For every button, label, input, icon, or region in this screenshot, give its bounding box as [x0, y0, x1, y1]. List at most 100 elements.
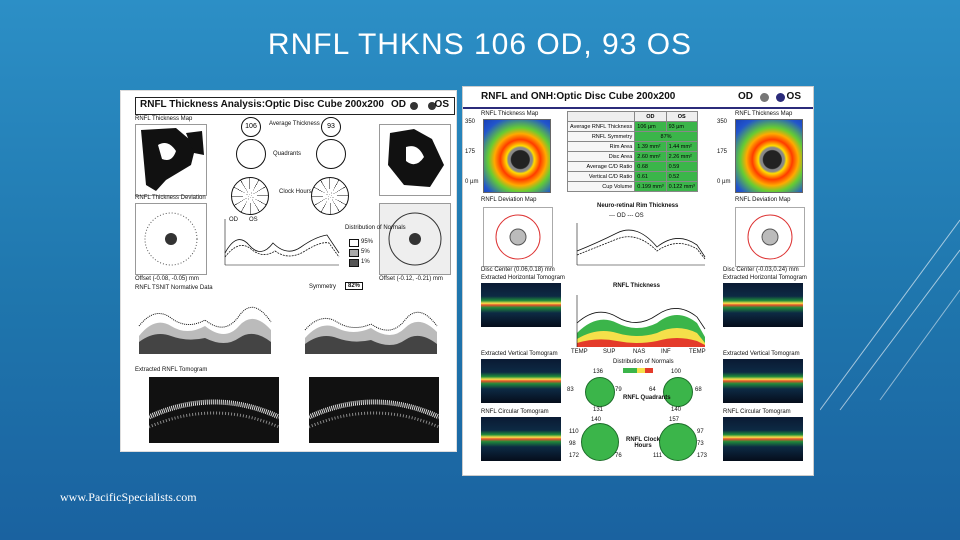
- disc-center-os: Disc Center (-0.03,0.24) mm: [723, 267, 799, 273]
- horiz-tomo-od: Extracted Horizontal Tomogram: [481, 275, 565, 281]
- vert-tomo-od: Extracted Vertical Tomogram: [481, 351, 558, 357]
- left-os-quadrant-circle: [316, 139, 346, 169]
- right-os-label: OS: [786, 91, 801, 102]
- rim-thickness-label: Neuro-retinal Rim Thickness: [597, 203, 679, 209]
- quad-os-i: 140: [671, 407, 682, 413]
- quad-od-t: 83: [567, 387, 574, 393]
- rim-thickness-plot: [567, 221, 707, 275]
- quad-os-n: 64: [649, 387, 656, 393]
- decorative-lines: [820, 219, 960, 411]
- slide-title: RNFL THKNS 106 OD, 93 OS: [267, 28, 693, 61]
- table-cell: 2.26 mm²: [665, 151, 698, 162]
- right-os-vertical-tomogram: [723, 359, 803, 403]
- clock-od-2: 98: [569, 441, 576, 447]
- left-od-quadrant-circle: [236, 139, 266, 169]
- right-os-map-label: RNFL Thickness Map: [735, 111, 793, 117]
- tsnit-label: RNFL TSNIT Normative Data: [135, 285, 213, 291]
- table-cell: 1.39 mm²: [634, 141, 667, 152]
- table-row-label: Average RNFL Thickness: [566, 121, 636, 132]
- left-report-header: RNFL Thickness Analysis:Optic Disc Cube …: [135, 97, 455, 115]
- table-cell: 1.44 mm²: [665, 141, 698, 152]
- left-avg-os: 93: [321, 117, 341, 137]
- dist-1: 1%: [361, 259, 370, 265]
- rnfl-quadrants-label: RNFL Quadrants: [623, 395, 671, 401]
- left-os-label: OS: [434, 99, 449, 110]
- right-scale-top-os: 350: [717, 119, 728, 125]
- left-avg-od: 106: [241, 117, 261, 137]
- right-os-deviation-label: RNFL Deviation Map: [735, 197, 791, 203]
- right-scale-mid-os: 175: [717, 149, 728, 155]
- x-axis-temp-2: TEMP: [689, 349, 706, 355]
- right-report-header: RNFL and ONH:Optic Disc Cube 200x200 OD …: [463, 87, 813, 109]
- right-od-map-label: RNFL Thickness Map: [481, 111, 539, 117]
- clock-od-0: 140: [591, 417, 602, 423]
- os-clock-circle: [659, 423, 697, 461]
- clock-od-11: 110: [569, 429, 579, 435]
- table-head-od: OD: [634, 111, 667, 122]
- symmetry-value: 82%: [345, 282, 364, 290]
- rim-legend: --- OD --- OS: [609, 213, 644, 219]
- x-axis-sup: SUP: [603, 349, 616, 355]
- quad-os-s: 100: [671, 369, 682, 375]
- offset-os: Offset (-0.12, -0.21) mm: [379, 276, 443, 282]
- right-od-circular-tomogram: [481, 417, 561, 461]
- right-scale-bottom-od: 0 µm: [465, 179, 479, 185]
- right-od-vertical-tomogram: [481, 359, 561, 403]
- clock-os-0: 157: [669, 417, 680, 423]
- clock-hours-label: Clock Hours: [279, 189, 312, 195]
- clock-od-8: 76: [615, 453, 622, 459]
- deviation-label: RNFL Thickness Deviation: [135, 195, 206, 201]
- left-od-clock-circle: [231, 177, 269, 215]
- rnfl-thickness-label: RNFL Thickness: [613, 283, 660, 289]
- symmetry-label: Symmetry: [309, 284, 336, 290]
- circ-tomo-od: RNFL Circular Tomogram: [481, 409, 549, 415]
- distribution-label: Distribution of Normals: [345, 225, 406, 231]
- clock-os-6: 173: [697, 453, 708, 459]
- left-os-legend: OS: [249, 217, 258, 223]
- table-head-blank: [566, 111, 636, 122]
- right-od-deviation-label: RNFL Deviation Map: [481, 197, 537, 203]
- right-od-label: OD: [738, 91, 753, 102]
- left-od-legend: OD: [229, 217, 238, 223]
- table-cell: 93 µm: [665, 121, 698, 132]
- quad-od-n: 79: [615, 387, 622, 393]
- left-od-label: OD: [391, 99, 406, 110]
- right-od-horizontal-tomogram: [481, 283, 561, 327]
- od-quadrant-circle: [585, 377, 615, 407]
- table-row-label: Disc Area: [566, 151, 636, 162]
- table-head-os: OS: [665, 111, 698, 122]
- left-oct-report: RNFL Thickness Analysis:Optic Disc Cube …: [120, 90, 457, 452]
- left-report-title: RNFL Thickness Analysis:Optic Disc Cube …: [140, 99, 384, 110]
- rnfl-clock-label: RNFL Clock Hours: [626, 437, 660, 449]
- dist-normals-label: Distribution of Normals: [613, 359, 674, 365]
- quadrants-label: Quadrants: [273, 151, 302, 157]
- right-od-dot-icon: [760, 93, 769, 102]
- od-clock-circle: [581, 423, 619, 461]
- left-od-thickness-map: [135, 124, 207, 196]
- quad-os-t: 68: [695, 387, 702, 393]
- left-os-clock-circle: [311, 177, 349, 215]
- footer-url: www.PacificSpecialists.com: [60, 490, 197, 504]
- right-oct-report: RNFL and ONH:Optic Disc Cube 200x200 OD …: [462, 86, 814, 476]
- circ-tomo-os: RNFL Circular Tomogram: [723, 409, 791, 415]
- left-os-normative-plot: [301, 296, 441, 358]
- clock-os-5: 111: [653, 453, 663, 459]
- right-os-heat-map: [735, 119, 803, 193]
- tomogram-label: Extracted RNFL Tomogram: [135, 367, 208, 373]
- metrics-table: OD OS Average RNFL Thickness 106 µm 93 µm …: [566, 111, 698, 192]
- quad-od-i: 131: [593, 407, 604, 413]
- right-scale-bottom-os: 0 µm: [717, 179, 731, 185]
- left-tsnit-plot: [217, 217, 341, 273]
- left-od-tomogram: [147, 377, 281, 443]
- quad-od-s: 136: [593, 369, 604, 375]
- disc-center-od: Disc Center (0.06,0.18) mm: [481, 267, 555, 273]
- os-quadrant-circle: [663, 377, 693, 407]
- left-od-dot-icon: [410, 102, 418, 110]
- table-row-label: Rim Area: [566, 141, 636, 152]
- right-scale-mid-od: 175: [465, 149, 476, 155]
- left-os-tomogram: [307, 377, 441, 443]
- x-axis-nas: NAS: [633, 349, 646, 355]
- table-row-label: RNFL Symmetry: [566, 131, 636, 142]
- left-os-thickness-map: [379, 124, 451, 196]
- left-od-normative-plot: [135, 296, 275, 358]
